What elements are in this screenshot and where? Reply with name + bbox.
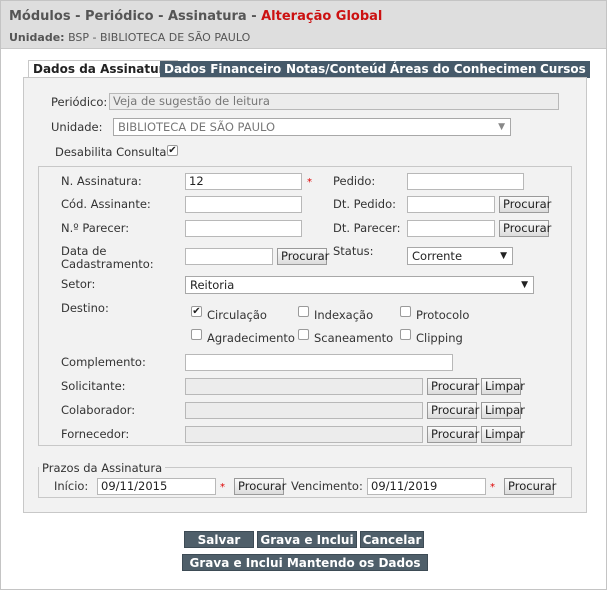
unit-value: BSP - BIBLIOTECA DE SÃO PAULO [68, 31, 251, 44]
destino-scaneamento-checkbox[interactable] [298, 329, 309, 340]
tab-areas-conhecimento[interactable]: Áreas do Conhecimento [386, 61, 555, 78]
unidade-label: Unidade: [51, 120, 103, 134]
fornecedor-input[interactable] [185, 426, 423, 443]
tab-dados-financeiros[interactable]: Dados Financeiros [160, 61, 293, 78]
salvar-button[interactable]: Salvar [184, 531, 254, 548]
destino-scaneamento-label: Scaneamento [314, 331, 394, 345]
solicitante-input[interactable] [185, 378, 423, 395]
vencimento-procurar-button[interactable]: Procurar [504, 478, 556, 495]
prazos-legend: Prazos da Assinatura [39, 461, 166, 475]
dt-parecer-label: Dt. Parecer: [333, 221, 401, 235]
periodico-field[interactable]: Veja de sugestão de leitura [109, 93, 559, 110]
solicitante-label: Solicitante: [61, 379, 126, 393]
setor-label: Setor: [61, 277, 96, 291]
chevron-down-icon: ▼ [500, 251, 507, 261]
fornecedor-procurar-button[interactable]: Procurar [427, 426, 479, 443]
required-mark: * [220, 482, 225, 493]
dt-pedido-procurar-button[interactable]: Procurar [499, 196, 551, 213]
setor-select[interactable]: Reitoria ▼ [185, 276, 534, 294]
inicio-procurar-button[interactable]: Procurar [234, 478, 286, 495]
title-highlight: Alteração Global [261, 9, 383, 24]
destino-circulacao-label: Circulação [207, 308, 267, 322]
chevron-down-icon: ▼ [521, 280, 528, 290]
cod-assinante-label: Cód. Assinante: [61, 197, 151, 211]
unidade-select[interactable]: BIBLIOTECA DE SÃO PAULO ▼ [113, 118, 511, 136]
desabilita-checkbox[interactable]: ✔ [167, 145, 178, 156]
pedido-input[interactable] [407, 173, 524, 190]
inicio-label: Início: [54, 479, 89, 493]
cancelar-button[interactable]: Cancelar [360, 531, 424, 548]
dt-pedido-label: Dt. Pedido: [333, 197, 396, 211]
unit-line: Unidade: BSP - BIBLIOTECA DE SÃO PAULO [9, 31, 250, 44]
status-select[interactable]: Corrente ▼ [407, 247, 513, 265]
destino-protocolo-checkbox[interactable] [400, 306, 411, 317]
data-cadastro-input[interactable] [185, 248, 273, 265]
required-mark: * [490, 482, 495, 493]
data-cadastro-procurar-button[interactable]: Procurar [277, 248, 329, 265]
destino-indexacao-label: Indexação [314, 308, 374, 322]
n-assinatura-label: N. Assinatura: [61, 174, 142, 188]
destino-clipping-checkbox[interactable] [400, 329, 411, 340]
page-title: Módulos - Periódico - Assinatura - Alter… [9, 9, 382, 24]
tab-cursos[interactable]: Cursos [536, 61, 590, 78]
destino-circulacao-checkbox[interactable]: ✔ [191, 306, 202, 317]
grava-inclui-mantendo-button[interactable]: Grava e Inclui Mantendo os Dados [182, 554, 428, 571]
inicio-input[interactable]: 09/11/2015 [97, 478, 216, 495]
vencimento-label: Vencimento: [291, 479, 363, 493]
data-cadastro-label-line1: Data de [61, 244, 107, 258]
pedido-label: Pedido: [333, 174, 376, 188]
status-select-value: Corrente [412, 249, 463, 263]
periodico-label: Periódico: [51, 95, 108, 109]
desabilita-label: Desabilita Consulta [55, 145, 167, 159]
colaborador-limpar-button[interactable]: Limpar [481, 402, 525, 419]
fornecedor-label: Fornecedor: [61, 427, 130, 441]
dt-parecer-input[interactable] [407, 220, 495, 237]
fornecedor-limpar-button[interactable]: Limpar [481, 426, 525, 443]
destino-indexacao-checkbox[interactable] [298, 306, 309, 317]
data-cadastro-label-line2: Cadastramento: [61, 257, 154, 271]
n-parecer-label: N.º Parecer: [61, 221, 130, 235]
complemento-input[interactable] [185, 354, 453, 371]
dt-pedido-input[interactable] [407, 196, 495, 213]
title-prefix: Módulos - Periódico - Assinatura - [9, 9, 262, 24]
destino-label: Destino: [61, 301, 109, 315]
destino-agradecimento-checkbox[interactable] [191, 329, 202, 340]
destino-agradecimento-label: Agradecimento [207, 331, 295, 345]
unit-label: Unidade: [9, 31, 65, 44]
cod-assinante-input[interactable] [185, 196, 302, 213]
tab-notas-conteudo[interactable]: Notas/Conteúdo [282, 61, 399, 78]
setor-select-value: Reitoria [190, 278, 235, 292]
colaborador-label: Colaborador: [61, 403, 136, 417]
dt-parecer-procurar-button[interactable]: Procurar [499, 220, 551, 237]
colaborador-input[interactable] [185, 402, 423, 419]
page-header: Módulos - Periódico - Assinatura - Alter… [1, 1, 606, 49]
colaborador-procurar-button[interactable]: Procurar [427, 402, 479, 419]
vencimento-input[interactable]: 09/11/2019 [367, 478, 486, 495]
complemento-label: Complemento: [61, 355, 146, 369]
solicitante-procurar-button[interactable]: Procurar [427, 378, 479, 395]
required-mark: * [307, 177, 312, 188]
destino-protocolo-label: Protocolo [416, 308, 470, 322]
chevron-down-icon: ▼ [498, 122, 505, 132]
unidade-select-value: BIBLIOTECA DE SÃO PAULO [118, 120, 276, 134]
grava-inclui-button[interactable]: Grava e Inclui [257, 531, 357, 548]
solicitante-limpar-button[interactable]: Limpar [481, 378, 525, 395]
n-assinatura-input[interactable]: 12 [185, 173, 302, 190]
window: Módulos - Periódico - Assinatura - Alter… [0, 0, 607, 590]
status-label: Status: [333, 244, 374, 258]
destino-clipping-label: Clipping [416, 331, 463, 345]
tab-dados-assinatura[interactable]: Dados da Assinatura [28, 60, 178, 78]
n-parecer-input[interactable] [185, 220, 302, 237]
